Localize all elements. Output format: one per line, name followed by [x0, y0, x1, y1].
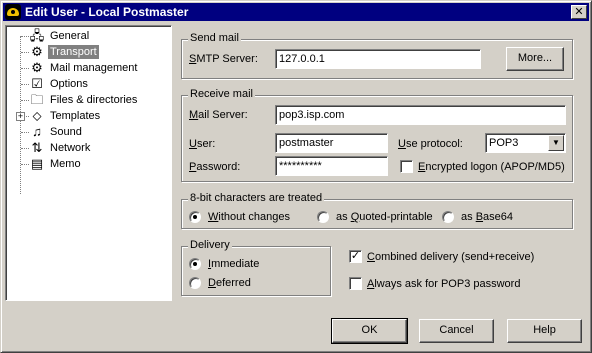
help-button[interactable]: Help: [507, 319, 582, 343]
tree-item-templates[interactable]: + ⬦ Templates: [6, 108, 166, 124]
send-mail-title: Send mail: [188, 32, 241, 44]
more-button[interactable]: More...: [506, 47, 564, 71]
dropdown-arrow-icon[interactable]: ▼: [548, 135, 564, 151]
cancel-button[interactable]: Cancel: [419, 319, 494, 343]
tree-item-label: Mail management: [50, 62, 138, 74]
delivery-title: Delivery: [188, 239, 232, 251]
always-ask-password-checkbox[interactable]: [349, 277, 362, 290]
protocol-value: POP3: [489, 137, 519, 149]
use-protocol-label: Use protocol:: [398, 138, 463, 150]
close-button[interactable]: ✕: [571, 5, 587, 19]
tree-item-label: Templates: [50, 110, 101, 122]
tree-item-options[interactable]: ☑ Options: [6, 76, 166, 92]
tree-item-general[interactable]: 🖧 General: [6, 28, 166, 44]
tree-item-sound[interactable]: ♫ Sound: [6, 124, 166, 140]
gears-icon: ⚙: [31, 44, 43, 59]
mail-server-input[interactable]: pop3.isp.com: [275, 105, 566, 125]
combined-delivery-label[interactable]: Combined delivery (send+receive): [367, 251, 534, 263]
quoted-printable-radio[interactable]: [317, 211, 329, 223]
tree-connector: [21, 84, 29, 85]
bat-app-icon: [5, 4, 21, 20]
tree-connector: [21, 132, 29, 133]
tree-connector: [21, 68, 29, 69]
encrypted-logon-label[interactable]: Encrypted logon (APOP/MD5): [418, 161, 565, 173]
mail-management-icon: ⚙: [31, 60, 43, 75]
immediate-radio[interactable]: [189, 258, 201, 270]
tree-connector: [21, 100, 29, 101]
settings-tree: 🖧 General ⚙ Transport ⚙ Mail management ☑ Optio…: [5, 25, 172, 301]
eightbit-group: 8-bit characters are treated Without cha…: [181, 192, 573, 229]
user-label: User:: [189, 138, 216, 150]
immediate-label[interactable]: Immediate: [208, 258, 259, 270]
send-mail-group: Send mail SMTP Server: 127.0.0.1 More...: [181, 32, 573, 79]
tree-connector: [21, 164, 29, 165]
encrypted-logon-checkbox[interactable]: [400, 160, 413, 173]
deferred-label[interactable]: Deferred: [208, 277, 251, 289]
expand-icon[interactable]: +: [16, 112, 25, 121]
window-title: Edit User - Local Postmaster: [25, 5, 189, 19]
tree-item-label: Sound: [50, 126, 82, 138]
without-changes-label[interactable]: Without changes: [208, 211, 290, 223]
eightbit-title: 8-bit characters are treated: [188, 192, 325, 204]
deferred-radio[interactable]: [189, 277, 201, 289]
network-icon: ⇅: [31, 140, 43, 155]
close-icon: ✕: [574, 6, 584, 18]
tree-connector: [21, 52, 29, 53]
tree-item-label: General: [50, 30, 90, 42]
options-icon: ☑: [31, 76, 43, 91]
tree-item-files-directories[interactable]: 🗀 Files & directories: [6, 92, 166, 108]
delivery-group: Delivery Immediate Deferred: [181, 239, 331, 296]
combined-delivery-checkbox[interactable]: ✓: [349, 250, 362, 263]
edit-user-dialog: Edit User - Local Postmaster ✕ 🖧 General ⚙…: [0, 0, 592, 353]
tree-item-label: Files & directories: [50, 94, 138, 106]
base64-radio[interactable]: [442, 211, 454, 223]
tree-item-label: Transport: [48, 45, 99, 59]
receive-mail-group: Receive mail Mail Server: pop3.isp.com U…: [181, 88, 573, 182]
title-bar[interactable]: Edit User - Local Postmaster ✕: [3, 3, 589, 21]
quoted-printable-label[interactable]: as Quoted-printable: [336, 211, 433, 223]
user-input[interactable]: postmaster: [275, 133, 388, 153]
protocol-select[interactable]: POP3 ▼: [485, 133, 566, 153]
smtp-server-label: SMTP Server:: [189, 53, 258, 65]
tree-item-network[interactable]: ⇅ Network: [6, 140, 166, 156]
smtp-server-input[interactable]: 127.0.0.1: [275, 49, 481, 69]
mail-server-label: Mail Server:: [189, 109, 248, 121]
templates-icon: ⬦: [32, 108, 42, 123]
sound-icon: ♫: [32, 124, 42, 139]
ok-button[interactable]: OK: [331, 318, 408, 344]
always-ask-password-label[interactable]: Always ask for POP3 password: [367, 278, 520, 290]
tree-connector: [21, 36, 29, 37]
folder-icon: 🗀: [30, 92, 44, 107]
tree-item-label: Memo: [50, 158, 81, 170]
tree-item-transport[interactable]: ⚙ Transport: [6, 44, 166, 60]
tree-item-label: Options: [50, 78, 88, 90]
without-changes-radio[interactable]: [189, 211, 201, 223]
tree-item-mail-management[interactable]: ⚙ Mail management: [6, 60, 166, 76]
general-icon: 🖧: [29, 28, 45, 43]
memo-icon: ▤: [30, 156, 44, 171]
password-label: Password:: [189, 161, 241, 173]
tree-item-memo[interactable]: ▤ Memo: [6, 156, 166, 172]
password-input[interactable]: **********: [275, 156, 388, 176]
receive-mail-title: Receive mail: [188, 88, 255, 100]
tree-connector: [21, 148, 29, 149]
base64-label[interactable]: as Base64: [461, 211, 513, 223]
tree-item-label: Network: [50, 142, 91, 154]
